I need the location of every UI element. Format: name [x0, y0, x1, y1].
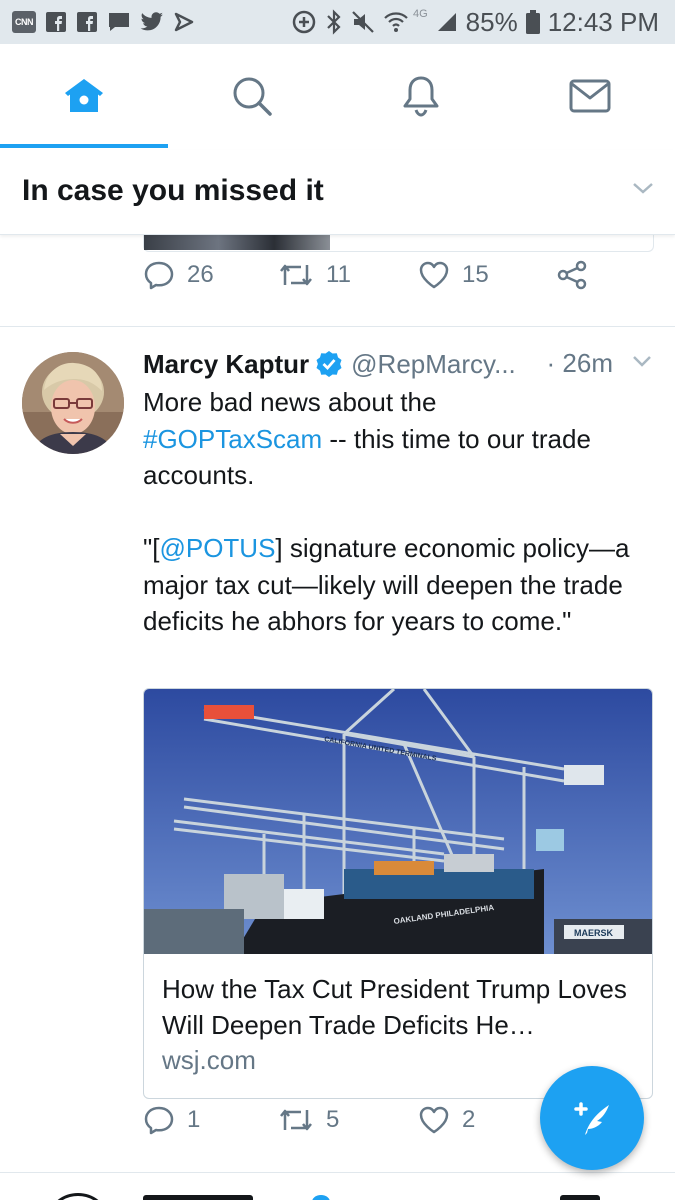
home-icon [65, 79, 103, 112]
heart-icon [419, 1106, 449, 1134]
mute-icon [352, 11, 374, 33]
facebook-icon [46, 12, 66, 32]
twitter-bird-icon [140, 12, 163, 31]
tab-search[interactable] [168, 44, 336, 148]
author-name[interactable]: Marcy Kaptur [143, 349, 309, 380]
tab-notifications[interactable] [337, 44, 505, 148]
compose-tweet-button[interactable] [540, 1066, 644, 1170]
notification-icons: CNN [12, 11, 195, 33]
tweet-text-line: "[ [143, 533, 160, 563]
cnn-icon: CNN [12, 11, 36, 33]
search-icon [233, 77, 272, 116]
avatar[interactable] [22, 352, 124, 454]
next-avatar [45, 1193, 111, 1200]
active-tab-indicator [0, 144, 168, 148]
tweet-divider [0, 1172, 675, 1173]
tweet-time[interactable]: · 26m [547, 348, 613, 379]
wifi-icon [384, 12, 408, 32]
next-tweet-peek [0, 1175, 675, 1200]
tweet-text-line: More bad news about the [143, 387, 437, 417]
verified-badge-icon [312, 1195, 330, 1200]
next-time [560, 1195, 600, 1200]
system-status: 4G 85% 12:43 PM [291, 0, 659, 44]
retweet-button[interactable]: 5 [278, 1106, 339, 1134]
bluetooth-icon [327, 9, 341, 35]
like-count: 15 [462, 261, 489, 288]
reply-icon [144, 1106, 174, 1135]
like-button[interactable]: 15 [418, 260, 489, 290]
reply-button[interactable]: 26 [143, 260, 214, 290]
retweet-count: 11 [326, 261, 351, 288]
reply-button[interactable]: 1 [143, 1105, 200, 1135]
reply-count: 26 [187, 261, 214, 288]
maersk-text: MAERSK [574, 928, 614, 938]
facebook-icon [77, 12, 97, 32]
card-image: MAERSK OAKLAND PHILADELPHIA CALIFORNIA U… [144, 689, 652, 954]
section-header: In case you missed it [0, 150, 675, 235]
tweet-header: Marcy Kaptur @RepMarcy... · 26m [143, 346, 653, 382]
battery-percent: 85% [465, 6, 518, 37]
next-author-name [143, 1195, 253, 1200]
status-bar: CNN 4G 85% 12:43 PM [0, 0, 675, 44]
tab-messages[interactable] [506, 44, 674, 148]
chevron-down-icon[interactable] [631, 180, 655, 196]
link-card[interactable]: MAERSK OAKLAND PHILADELPHIA CALIFORNIA U… [143, 688, 653, 1099]
reply-count: 1 [187, 1106, 201, 1133]
retweet-icon [280, 1109, 312, 1131]
retweet-icon [280, 264, 312, 286]
heart-icon [419, 261, 449, 289]
message-icon [109, 13, 129, 31]
retweet-count: 5 [326, 1106, 340, 1133]
card-text: How the Tax Cut President Trump Loves Wi… [162, 971, 642, 1076]
tab-bar [0, 44, 675, 151]
network-type-label: 4G [412, 8, 428, 20]
data-saver-icon [292, 10, 316, 34]
tab-home[interactable] [0, 44, 168, 148]
retweet-button[interactable]: 11 [278, 261, 351, 289]
like-count: 2 [462, 1106, 476, 1133]
nav-arrow-icon [174, 12, 194, 32]
bell-icon [403, 76, 439, 117]
tweet-divider [0, 326, 675, 327]
mention-link[interactable]: @POTUS [159, 533, 275, 563]
reply-icon [144, 261, 174, 290]
battery-icon [525, 10, 540, 34]
chevron-down-icon[interactable] [631, 354, 653, 368]
share-button[interactable] [555, 260, 589, 290]
like-button[interactable]: 2 [418, 1105, 475, 1135]
signal-icon [437, 13, 456, 31]
clock: 12:43 PM [547, 6, 659, 37]
tweet-text: More bad news about the #GOPTaxScam -- t… [143, 384, 663, 640]
mail-icon [569, 79, 611, 113]
verified-badge-icon [316, 351, 342, 377]
card-title[interactable]: How the Tax Cut President Trump Loves Wi… [162, 971, 642, 1043]
hashtag-link[interactable]: #GOPTaxScam [143, 424, 322, 454]
author-handle[interactable]: @RepMarcy... [351, 349, 516, 380]
section-title: In case you missed it [22, 174, 324, 207]
compose-feather-icon [574, 1102, 609, 1135]
share-icon [557, 260, 587, 290]
